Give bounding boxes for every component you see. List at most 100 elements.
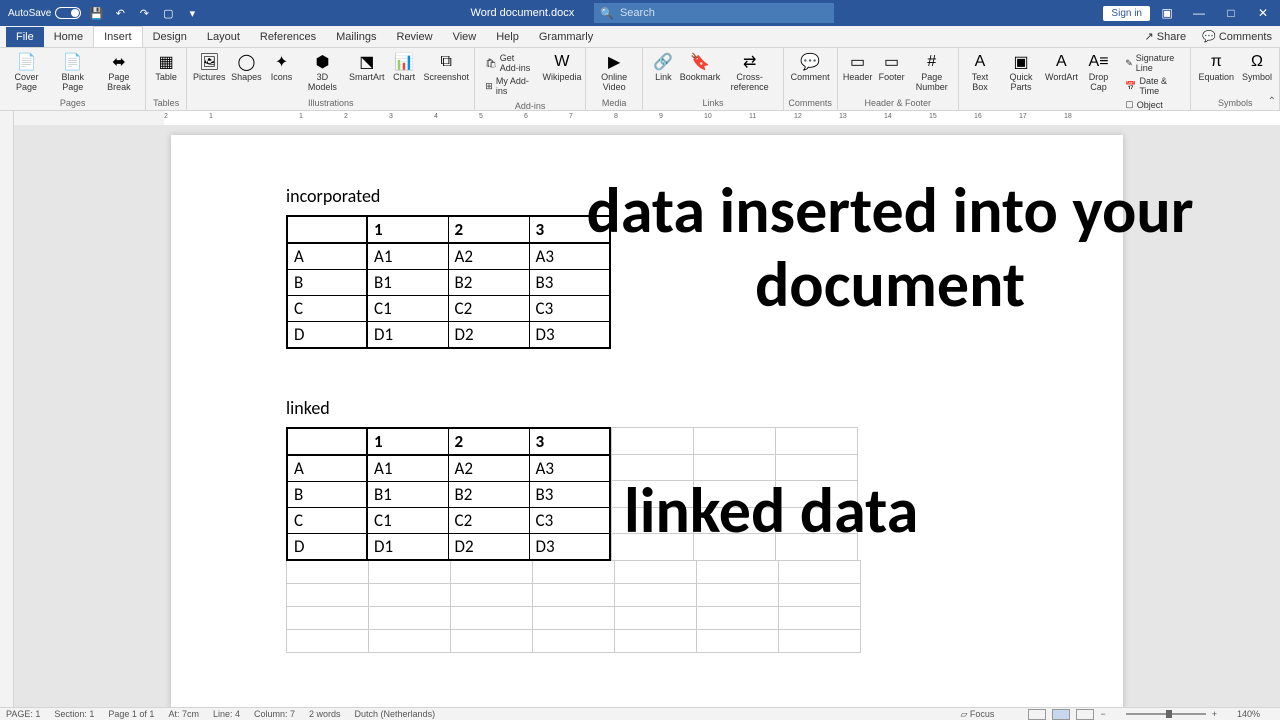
page-scroll[interactable]: incorporated 123AA1A2A3BB1B2B3CC1C2C3DD1… [14,125,1280,707]
search-input[interactable]: 🔍 Search [594,3,834,23]
status-at[interactable]: At: 7cm [168,709,199,719]
pagenum-button[interactable]: #Page Number [910,50,954,95]
status-line[interactable]: Line: 4 [213,709,240,719]
status-pageof[interactable]: Page 1 of 1 [108,709,154,719]
get-addins-button[interactable]: 🛍Get Add-ins [483,52,537,74]
pictures-button[interactable]: 🖼Pictures [191,50,227,85]
status-page[interactable]: PAGE: 1 [6,709,40,719]
tab-references[interactable]: References [250,27,326,47]
tab-help[interactable]: Help [486,27,529,47]
ribbon-display-icon[interactable]: ▣ [1152,0,1182,26]
zoom-level[interactable]: 140% [1237,709,1260,719]
datetime-button[interactable]: 📅Date & Time [1123,75,1182,97]
tab-mailings[interactable]: Mailings [326,27,386,47]
present-icon[interactable]: ▢ [159,4,177,22]
tab-home[interactable]: Home [44,27,93,47]
equation-button[interactable]: πEquation [1195,50,1237,85]
collapse-ribbon-icon[interactable]: ⌃ [1268,96,1276,107]
table-cell: D2 [448,534,529,561]
quickparts-button[interactable]: ▣Quick Parts [999,50,1043,95]
table-header: 2 [448,428,529,455]
3dmodels-button[interactable]: ⬢3D Models [300,50,346,95]
table-button[interactable]: ▦Table [150,50,182,85]
horizontal-ruler[interactable]: 21123456789101112131415161718 [0,111,1280,125]
print-layout-icon[interactable] [1052,709,1070,720]
redo-icon[interactable]: ↷ [135,4,153,22]
group-label-symbols: Symbols [1195,96,1275,110]
status-lang[interactable]: Dutch (Netherlands) [355,709,436,719]
empty-cell [533,630,615,653]
empty-cell [369,607,451,630]
zoom-slider[interactable] [1126,713,1206,715]
minimize-icon[interactable]: — [1184,0,1214,26]
status-column[interactable]: Column: 7 [254,709,295,719]
wikipedia-button[interactable]: WWikipedia [543,50,581,85]
comment-button[interactable]: 💬Comment [788,50,833,85]
smartart-button[interactable]: ⬔SmartArt [347,50,386,85]
maximize-icon[interactable]: □ [1216,0,1246,26]
ruler-tick: 12 [794,113,802,120]
ruler-tick: 6 [524,113,528,120]
tab-insert[interactable]: Insert [93,26,143,47]
ruler-tick: 11 [749,113,756,120]
comments-button[interactable]: 💬Comments [1194,28,1280,45]
table-row: DD1D2D3 [287,322,610,349]
tab-review[interactable]: Review [387,27,443,47]
ribbon: 📄Cover Page 📄Blank Page ⬌Page Break Page… [0,48,1280,111]
symbol-button[interactable]: ΩSymbol [1239,50,1275,85]
vertical-ruler[interactable] [0,125,14,707]
table-cell: D3 [529,534,610,561]
my-addins-button[interactable]: ⊞My Add-ins [483,75,537,97]
blank-page-button[interactable]: 📄Blank Page [51,50,95,95]
header-button[interactable]: ▭Header [842,50,874,85]
chart-button[interactable]: 📊Chart [388,50,420,85]
screenshot-button[interactable]: ⧉Screenshot [422,50,470,85]
signature-icon: ✎ [1125,58,1133,69]
wordart-button[interactable]: AWordArt [1045,50,1078,85]
qat-customize-icon[interactable]: ▾ [183,4,201,22]
web-layout-icon[interactable] [1076,709,1094,720]
empty-cell [779,561,861,584]
page-break-button[interactable]: ⬌Page Break [97,50,142,95]
zoom-out-icon[interactable]: − [1100,709,1105,719]
tab-design[interactable]: Design [143,27,197,47]
focus-mode-button[interactable]: ▱ Focus [961,709,1009,720]
tab-file[interactable]: File [6,27,44,47]
signin-button[interactable]: Sign in [1103,6,1150,21]
cover-page-button[interactable]: 📄Cover Page [4,50,49,95]
overlay-inserted-text: data inserted into your document [504,175,1276,322]
autosave-toggle[interactable]: AutoSave [8,7,81,19]
signature-button[interactable]: ✎Signature Line [1123,52,1182,74]
table-cell: A [287,243,367,270]
group-label-pages: Pages [4,96,141,110]
table-row: CC1C2C3 [287,508,610,534]
close-icon[interactable]: ✕ [1248,0,1278,26]
zoom-in-icon[interactable]: + [1212,709,1217,719]
textbox-button[interactable]: AText Box [963,50,997,95]
object-button[interactable]: ▢Object [1123,98,1182,111]
save-icon[interactable]: 💾 [87,4,105,22]
online-video-button[interactable]: ▶Online Video [590,50,638,95]
tab-layout[interactable]: Layout [197,27,250,47]
icons-button[interactable]: ✦Icons [266,50,298,85]
bookmark-button[interactable]: 🔖Bookmark [681,50,718,85]
read-mode-icon[interactable] [1028,709,1046,720]
table-cell: C1 [367,508,448,534]
link-button[interactable]: 🔗Link [647,50,679,85]
empty-cell [369,584,451,607]
empty-cell [287,607,369,630]
tab-grammarly[interactable]: Grammarly [529,27,603,47]
status-words[interactable]: 2 words [309,709,341,719]
tab-view[interactable]: View [443,27,487,47]
dropcap-button[interactable]: A≡Drop Cap [1080,50,1117,95]
table-cell: B1 [367,482,448,508]
table-row: DD1D2D3 [287,534,610,561]
undo-icon[interactable]: ↶ [111,4,129,22]
table-cell: D [287,322,367,349]
crossref-button[interactable]: ⇄Cross- reference [721,50,779,95]
share-button[interactable]: ↗Share [1137,28,1195,45]
footer-button[interactable]: ▭Footer [876,50,908,85]
shapes-button[interactable]: ◯Shapes [229,50,263,85]
status-section[interactable]: Section: 1 [54,709,94,719]
linked-below-cells [286,560,861,653]
